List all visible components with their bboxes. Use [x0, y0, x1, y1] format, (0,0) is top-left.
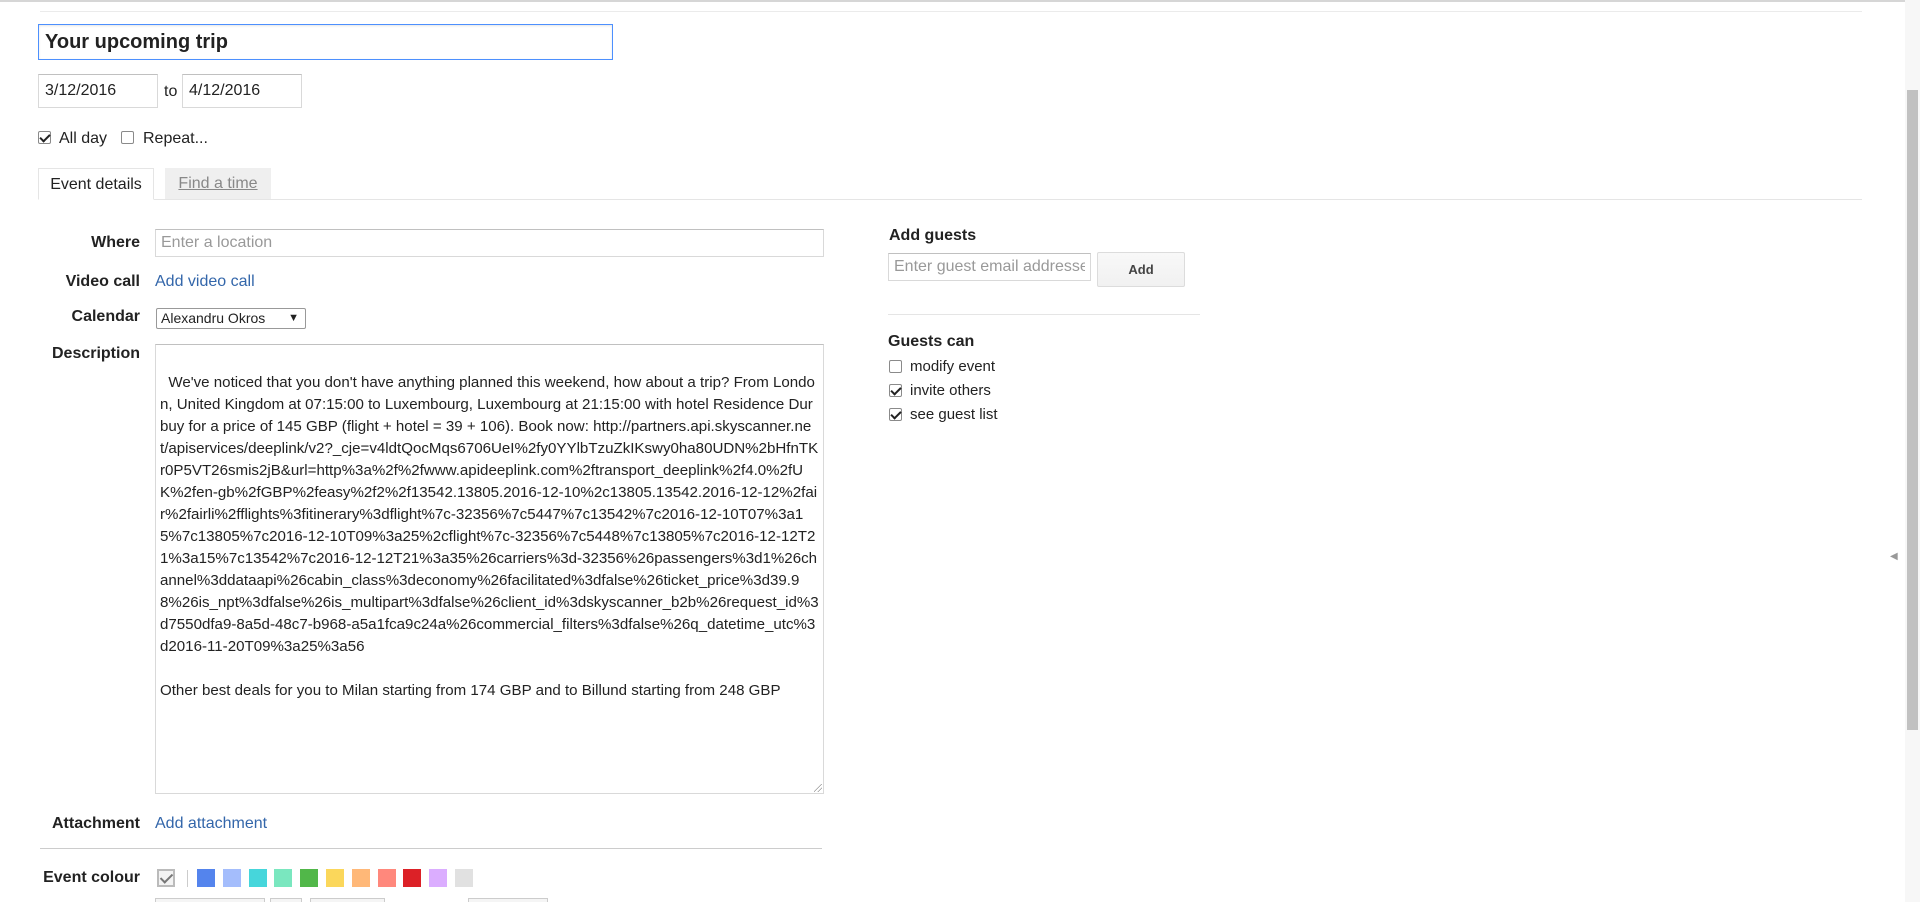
- colour-swatch[interactable]: [377, 869, 396, 887]
- permission-label: see guest list: [910, 406, 998, 423]
- header-divider: [40, 11, 1862, 12]
- colour-swatch[interactable]: [326, 869, 344, 887]
- permission-checkbox[interactable]: [889, 384, 902, 397]
- add-guests-title: Add guests: [889, 227, 977, 244]
- reminder-extra[interactable]: [468, 898, 548, 902]
- top-border: [0, 0, 1920, 2]
- reminder-unit[interactable]: [310, 898, 385, 902]
- tabs-divider: [38, 199, 1862, 200]
- permission-label: invite others: [910, 382, 991, 399]
- colour-swatch[interactable]: [429, 869, 448, 887]
- where-label: Where: [91, 234, 140, 251]
- calendar-select[interactable]: Alexandru Okros ▼: [156, 308, 306, 329]
- attachment-label: Attachment: [51, 815, 140, 832]
- all-day-checkbox[interactable]: [38, 131, 51, 144]
- calendar-select-value: Alexandru Okros: [161, 310, 266, 326]
- description-textarea[interactable]: We've noticed that you don't have anythi…: [155, 344, 824, 794]
- event-colour-label: Event colour: [43, 869, 140, 886]
- colour-swatch[interactable]: [403, 869, 422, 887]
- location-input[interactable]: [155, 229, 824, 257]
- description-text: We've noticed that you don't have anythi…: [160, 374, 819, 699]
- calendar-label: Calendar: [71, 308, 140, 325]
- tab-event-details[interactable]: Event details: [38, 168, 154, 200]
- colour-swatch[interactable]: [455, 869, 473, 887]
- colour-swatch[interactable]: [351, 869, 370, 887]
- add-guest-button[interactable]: Add: [1097, 252, 1185, 287]
- resize-grip-icon[interactable]: [814, 784, 822, 792]
- all-day-label: All day: [59, 130, 108, 147]
- colour-separator: [187, 870, 188, 887]
- guests-can-title: Guests can: [888, 333, 975, 350]
- add-video-call-link[interactable]: Add video call: [155, 273, 255, 291]
- permission-label: modify event: [910, 358, 996, 375]
- details-divider: [40, 848, 822, 849]
- date-to-label: to: [164, 83, 178, 100]
- tab-find-a-time[interactable]: Find a time: [165, 168, 271, 199]
- scrollbar-thumb[interactable]: [1907, 90, 1918, 730]
- colour-swatch[interactable]: [274, 869, 293, 887]
- colour-swatch[interactable]: [300, 869, 319, 887]
- colour-swatch[interactable]: [222, 869, 241, 887]
- start-date-input[interactable]: [38, 74, 158, 108]
- repeat-checkbox[interactable]: [121, 131, 134, 144]
- colour-swatch[interactable]: [197, 869, 215, 887]
- end-date-input[interactable]: [182, 74, 302, 108]
- reminder-number[interactable]: [270, 898, 302, 902]
- guest-email-input[interactable]: [888, 253, 1091, 281]
- event-title-input[interactable]: [38, 24, 613, 60]
- permission-checkbox[interactable]: [889, 360, 902, 373]
- add-attachment-link[interactable]: Add attachment: [155, 815, 267, 833]
- collapse-panel-icon[interactable]: ◀: [1890, 551, 1898, 562]
- description-label: Description: [51, 345, 140, 362]
- guests-divider: [888, 314, 1200, 315]
- repeat-label[interactable]: Repeat...: [143, 130, 208, 148]
- dropdown-arrow-icon: ▼: [288, 312, 299, 324]
- colour-swatch-default[interactable]: [157, 869, 175, 887]
- colour-swatch[interactable]: [248, 869, 267, 887]
- video-call-label: Video call: [65, 273, 140, 290]
- reminder-select[interactable]: [155, 898, 265, 902]
- permission-checkbox[interactable]: [889, 408, 902, 421]
